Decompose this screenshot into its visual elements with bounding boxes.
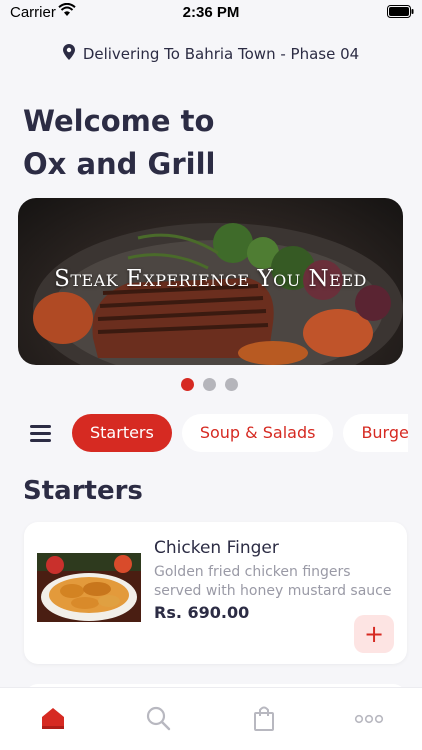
category-chip-soup-salads[interactable]: Soup & Salads xyxy=(181,414,334,452)
location-pin-icon xyxy=(62,44,75,64)
more-icon[interactable] xyxy=(354,704,384,732)
promo-banner[interactable]: Steak Experience You Need xyxy=(18,198,403,365)
menu-item-card[interactable]: Chicken Finger Golden fried chicken fing… xyxy=(24,522,407,664)
shopping-bag-icon[interactable] xyxy=(250,704,278,732)
banner-caption: Steak Experience You Need xyxy=(54,266,367,292)
battery-icon xyxy=(387,5,414,22)
carousel-indicator xyxy=(181,378,238,391)
welcome-line-1: Welcome to xyxy=(23,104,215,138)
bottom-tab-bar xyxy=(0,687,422,750)
menu-item-name: Chicken Finger xyxy=(154,538,279,558)
category-bar: Starters Soup & Salads Burgers xyxy=(0,414,408,452)
chicken-finger-image xyxy=(37,553,141,622)
section-title: Starters xyxy=(23,476,143,506)
plus-icon: + xyxy=(363,620,385,648)
delivery-text: Delivering To Bahria Town - Phase 04 xyxy=(82,45,360,63)
welcome-line-2: Ox and Grill xyxy=(23,147,216,181)
menu-item-price: Rs. 690.00 xyxy=(154,603,250,622)
delivery-location[interactable]: Delivering To Bahria Town - Phase 04 xyxy=(0,44,422,64)
status-bar: Carrier 2:36 PM xyxy=(0,0,422,24)
add-to-cart-button[interactable]: + xyxy=(354,615,394,653)
welcome-heading: Welcome to Ox and Grill xyxy=(23,100,215,186)
home-icon[interactable] xyxy=(39,704,67,732)
category-chip-starters[interactable]: Starters xyxy=(72,414,172,452)
category-chips: Starters Soup & Salads Burgers xyxy=(72,414,408,452)
hamburger-menu-icon[interactable] xyxy=(30,425,51,442)
menu-item-description: Golden fried chicken fingers served with… xyxy=(154,564,392,599)
carousel-dot[interactable] xyxy=(203,378,216,391)
clock: 2:36 PM xyxy=(182,4,240,21)
carousel-dot[interactable] xyxy=(225,378,238,391)
search-icon[interactable] xyxy=(144,704,172,732)
category-chip-burgers[interactable]: Burgers xyxy=(343,414,408,452)
carousel-dot-active[interactable] xyxy=(181,378,194,391)
